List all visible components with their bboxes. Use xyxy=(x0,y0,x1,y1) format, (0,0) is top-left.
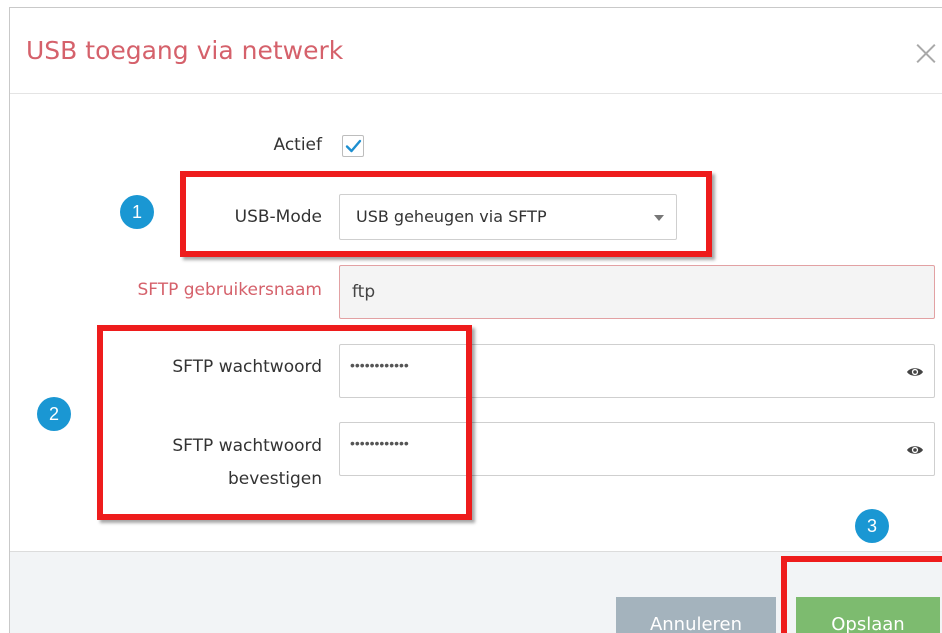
cropped-text-fragment xyxy=(140,0,430,5)
annotation-badge-1: 1 xyxy=(120,195,154,229)
dialog-title: USB toegang via netwerk xyxy=(26,36,344,65)
annotation-badge-3: 3 xyxy=(855,509,889,543)
close-icon[interactable] xyxy=(915,42,937,64)
usb-network-access-dialog: USB toegang via netwerk Actief USB-Mode … xyxy=(9,7,942,633)
eye-icon[interactable] xyxy=(906,444,924,456)
dialog-header: USB toegang via netwerk xyxy=(10,8,942,94)
cancel-button[interactable]: Annuleren xyxy=(616,597,776,633)
annotation-badge-2: 2 xyxy=(37,397,71,431)
active-label: Actief xyxy=(273,135,322,155)
screenshot-stage: USB toegang via netwerk Actief USB-Mode … xyxy=(0,0,942,633)
sftp-username-value: ftp xyxy=(352,282,376,302)
active-checkbox[interactable] xyxy=(342,135,364,157)
highlight-box-usb-mode xyxy=(180,171,712,257)
checkmark-icon xyxy=(345,139,362,153)
sftp-username-input[interactable]: ftp xyxy=(339,265,935,319)
eye-icon[interactable] xyxy=(906,366,924,378)
sftp-username-label: SFTP gebruikersnaam xyxy=(137,280,322,300)
highlight-box-save-button xyxy=(781,556,942,633)
highlight-box-password-fields xyxy=(97,325,472,520)
